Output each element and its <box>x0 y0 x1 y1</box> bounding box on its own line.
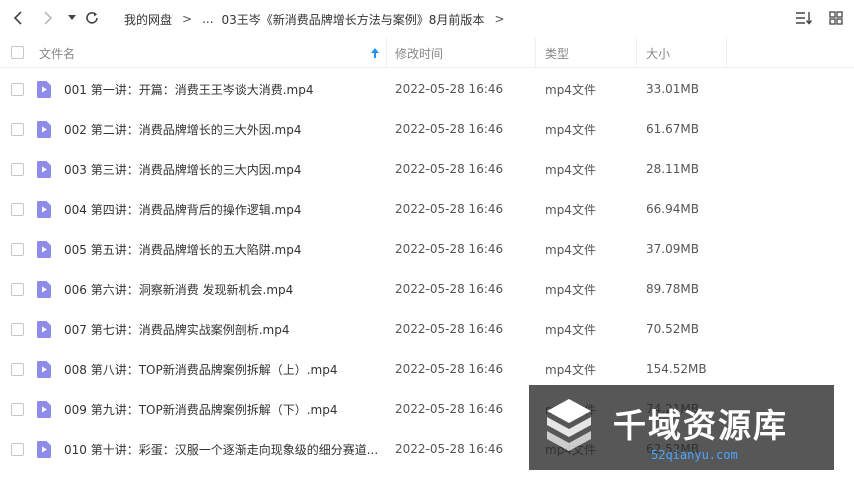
file-row[interactable]: 003 第三讲：消费品牌增长的三大内因.mp4 2022-05-28 16:46 m… <box>0 149 854 189</box>
breadcrumb-root[interactable]: 我的网盘 <box>124 11 172 28</box>
file-type: mp4文件 <box>545 242 596 257</box>
file-modified-time: 2022-05-28 16:46 <box>395 122 504 136</box>
file-name[interactable]: 003 第三讲：消费品牌增长的三大内因.mp4 <box>64 149 384 189</box>
file-modified-time: 2022-05-28 16:46 <box>395 162 504 176</box>
file-name[interactable]: 009 第九讲：TOP新消费品牌案例拆解（下）.mp4 <box>64 389 384 429</box>
qianyu-logo-icon <box>539 393 599 453</box>
video-file-icon <box>37 121 51 138</box>
file-type: mp4文件 <box>545 282 596 297</box>
video-file-icon <box>37 161 51 178</box>
column-header-type[interactable]: 类型 <box>545 38 569 68</box>
chevron-right-icon[interactable] <box>38 8 58 28</box>
file-name[interactable]: 001 第一讲：开篇：消费王王岑谈大消费.mp4 <box>64 69 384 109</box>
column-divider <box>535 38 536 68</box>
column-header-type-label: 类型 <box>545 46 570 61</box>
file-size: 61.67MB <box>646 122 699 136</box>
sort-list-icon[interactable] <box>794 8 814 28</box>
file-type: mp4文件 <box>545 162 596 177</box>
file-modified-time: 2022-05-28 16:46 <box>395 202 504 216</box>
column-header-time-label: 修改时间 <box>395 46 444 61</box>
column-header-name-label: 文件名 <box>39 46 76 61</box>
row-checkbox[interactable] <box>11 283 24 296</box>
chevron-left-icon[interactable] <box>8 8 28 28</box>
row-checkbox[interactable] <box>11 323 24 336</box>
breadcrumb: 我的网盘 > ... 03王岑《新消费品牌增长方法与案例》8月前版本 > <box>124 10 515 28</box>
file-size: 89.78MB <box>646 282 699 296</box>
file-name[interactable]: 005 第五讲：消费品牌增长的五大陷阱.mp4 <box>64 229 384 269</box>
file-name[interactable]: 002 第二讲：消费品牌增长的三大外因.mp4 <box>64 109 384 149</box>
file-size: 37.09MB <box>646 242 699 256</box>
video-file-icon <box>37 81 51 98</box>
row-checkbox[interactable] <box>11 443 24 456</box>
file-name[interactable]: 007 第七讲：消费品牌实战案例剖析.mp4 <box>64 309 384 349</box>
column-divider <box>386 38 387 68</box>
breadcrumb-separator: > <box>494 12 505 26</box>
file-size: 70.52MB <box>646 322 699 336</box>
file-row[interactable]: 005 第五讲：消费品牌增长的五大陷阱.mp4 2022-05-28 16:46 m… <box>0 229 854 269</box>
file-modified-time: 2022-05-28 16:46 <box>395 282 504 296</box>
file-row[interactable]: 006 第六讲：洞察新消费 发现新机会.mp4 2022-05-28 16:46 m… <box>0 269 854 309</box>
column-header-name[interactable]: 文件名 <box>39 38 385 68</box>
file-name[interactable]: 004 第四讲：消费品牌背后的操作逻辑.mp4 <box>64 189 384 229</box>
breadcrumb-current-folder[interactable]: 03王岑《新消费品牌增长方法与案例》8月前版本 <box>222 11 485 28</box>
row-checkbox[interactable] <box>11 83 24 96</box>
select-all-checkbox[interactable] <box>11 46 24 59</box>
file-type: mp4文件 <box>545 202 596 217</box>
breadcrumb-ellipsis[interactable]: ... <box>202 12 213 26</box>
caret-down-icon[interactable] <box>62 8 82 28</box>
column-divider <box>726 38 727 68</box>
grid-view-icon[interactable] <box>826 8 846 28</box>
view-tools <box>794 8 846 28</box>
file-modified-time: 2022-05-28 16:46 <box>395 82 504 96</box>
file-type: mp4文件 <box>545 122 596 137</box>
file-row[interactable]: 007 第七讲：消费品牌实战案例剖析.mp4 2022-05-28 16:46 mp… <box>0 309 854 349</box>
file-row[interactable]: 001 第一讲：开篇：消费王王岑谈大消费.mp4 2022-05-28 16:46… <box>0 69 854 109</box>
column-divider <box>636 38 637 68</box>
video-file-icon <box>37 441 51 458</box>
video-file-icon <box>37 401 51 418</box>
video-file-icon <box>37 201 51 218</box>
file-list-header: 文件名 修改时间 类型 大小 <box>0 38 854 68</box>
file-modified-time: 2022-05-28 16:46 <box>395 242 504 256</box>
video-file-icon <box>37 281 51 298</box>
toolbar: 我的网盘 > ... 03王岑《新消费品牌增长方法与案例》8月前版本 > <box>0 0 854 38</box>
video-file-icon <box>37 321 51 338</box>
watermark-url: 52qianyu.com <box>651 448 738 462</box>
file-row[interactable]: 008 第八讲：TOP新消费品牌案例拆解（上）.mp4 2022-05-28 16… <box>0 349 854 389</box>
file-type: mp4文件 <box>545 82 596 97</box>
file-size: 33.01MB <box>646 82 699 96</box>
file-size: 28.11MB <box>646 162 699 176</box>
file-name[interactable]: 006 第六讲：洞察新消费 发现新机会.mp4 <box>64 269 384 309</box>
row-checkbox[interactable] <box>11 203 24 216</box>
video-file-icon <box>37 361 51 378</box>
row-checkbox[interactable] <box>11 243 24 256</box>
file-modified-time: 2022-05-28 16:46 <box>395 362 504 376</box>
row-checkbox[interactable] <box>11 163 24 176</box>
file-modified-time: 2022-05-28 16:46 <box>395 322 504 336</box>
arrow-up-icon <box>371 47 379 61</box>
row-checkbox[interactable] <box>11 403 24 416</box>
file-type: mp4文件 <box>545 322 596 337</box>
file-size: 66.94MB <box>646 202 699 216</box>
video-file-icon <box>37 241 51 258</box>
refresh-icon[interactable] <box>82 8 102 28</box>
breadcrumb-separator: > <box>182 12 193 26</box>
file-modified-time: 2022-05-28 16:46 <box>395 442 504 456</box>
file-modified-time: 2022-05-28 16:46 <box>395 402 504 416</box>
watermark: 千域资源库 52qianyu.com <box>529 385 834 470</box>
column-header-size[interactable]: 大小 <box>646 38 670 68</box>
row-checkbox[interactable] <box>11 363 24 376</box>
file-name[interactable]: 008 第八讲：TOP新消费品牌案例拆解（上）.mp4 <box>64 349 384 389</box>
file-name[interactable]: 010 第十讲：彩蛋：汉服一个逐渐走向现象级的细分赛道... <box>64 429 384 469</box>
file-size: 154.52MB <box>646 362 707 376</box>
watermark-brand: 千域资源库 <box>613 406 788 445</box>
column-header-size-label: 大小 <box>646 46 671 61</box>
file-row[interactable]: 004 第四讲：消费品牌背后的操作逻辑.mp4 2022-05-28 16:46 m… <box>0 189 854 229</box>
row-checkbox[interactable] <box>11 123 24 136</box>
file-row[interactable]: 002 第二讲：消费品牌增长的三大外因.mp4 2022-05-28 16:46 m… <box>0 109 854 149</box>
column-header-time[interactable]: 修改时间 <box>395 38 443 68</box>
file-type: mp4文件 <box>545 362 596 377</box>
